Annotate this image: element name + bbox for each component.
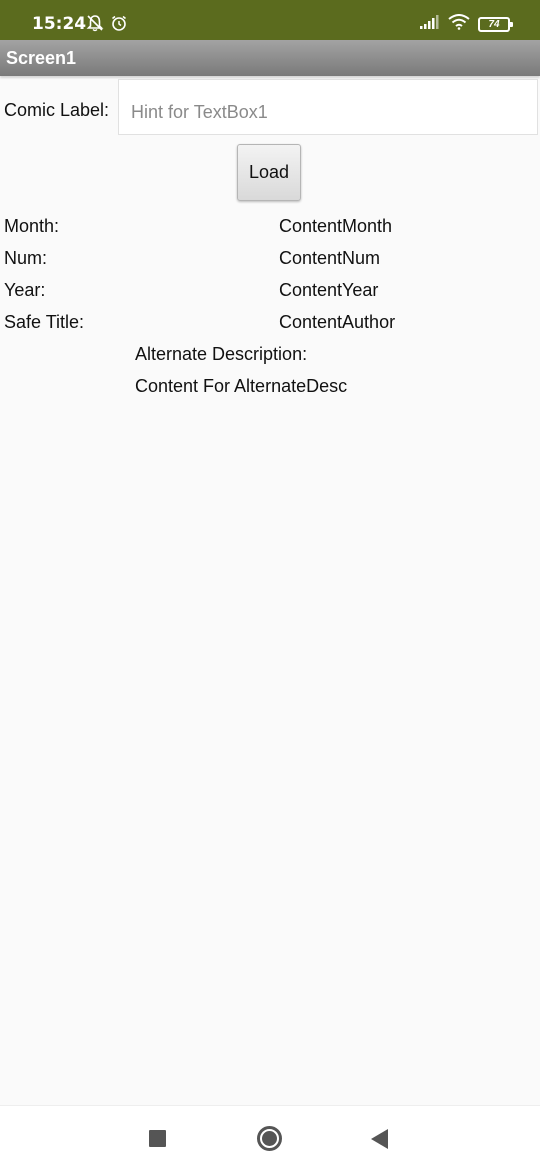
comic-label: Comic Label: <box>4 100 110 120</box>
load-button[interactable]: Load <box>237 144 301 201</box>
num-label: Num: <box>4 248 48 268</box>
month-value: ContentMonth <box>279 216 393 236</box>
alarm-icon <box>110 14 128 37</box>
safe-title-label: Safe Title: <box>4 312 85 332</box>
home-icon[interactable] <box>257 1126 282 1151</box>
signal-icon <box>420 15 440 34</box>
safe-title-value: ContentAuthor <box>279 312 396 332</box>
alternate-description-label: Alternate Description: <box>135 344 308 364</box>
status-time: 15:24 <box>32 14 87 34</box>
alternate-description-value: Content For AlternateDesc <box>135 376 348 396</box>
screen-title: Screen1 <box>0 40 540 76</box>
year-label: Year: <box>4 280 46 300</box>
status-bar: 15:24 74 <box>0 0 540 40</box>
month-label: Month: <box>4 216 60 236</box>
navigation-bar <box>0 1105 540 1170</box>
year-value: ContentYear <box>279 280 379 300</box>
back-icon[interactable] <box>371 1129 388 1149</box>
recent-apps-icon[interactable] <box>149 1130 166 1147</box>
status-right-icons: 74 <box>420 14 513 35</box>
mute-bell-icon <box>86 14 104 37</box>
status-left-icons <box>86 14 128 37</box>
comic-input[interactable] <box>118 79 538 135</box>
battery-icon: 74 <box>478 17 513 32</box>
wifi-icon <box>448 14 470 35</box>
num-value: ContentNum <box>279 248 381 268</box>
